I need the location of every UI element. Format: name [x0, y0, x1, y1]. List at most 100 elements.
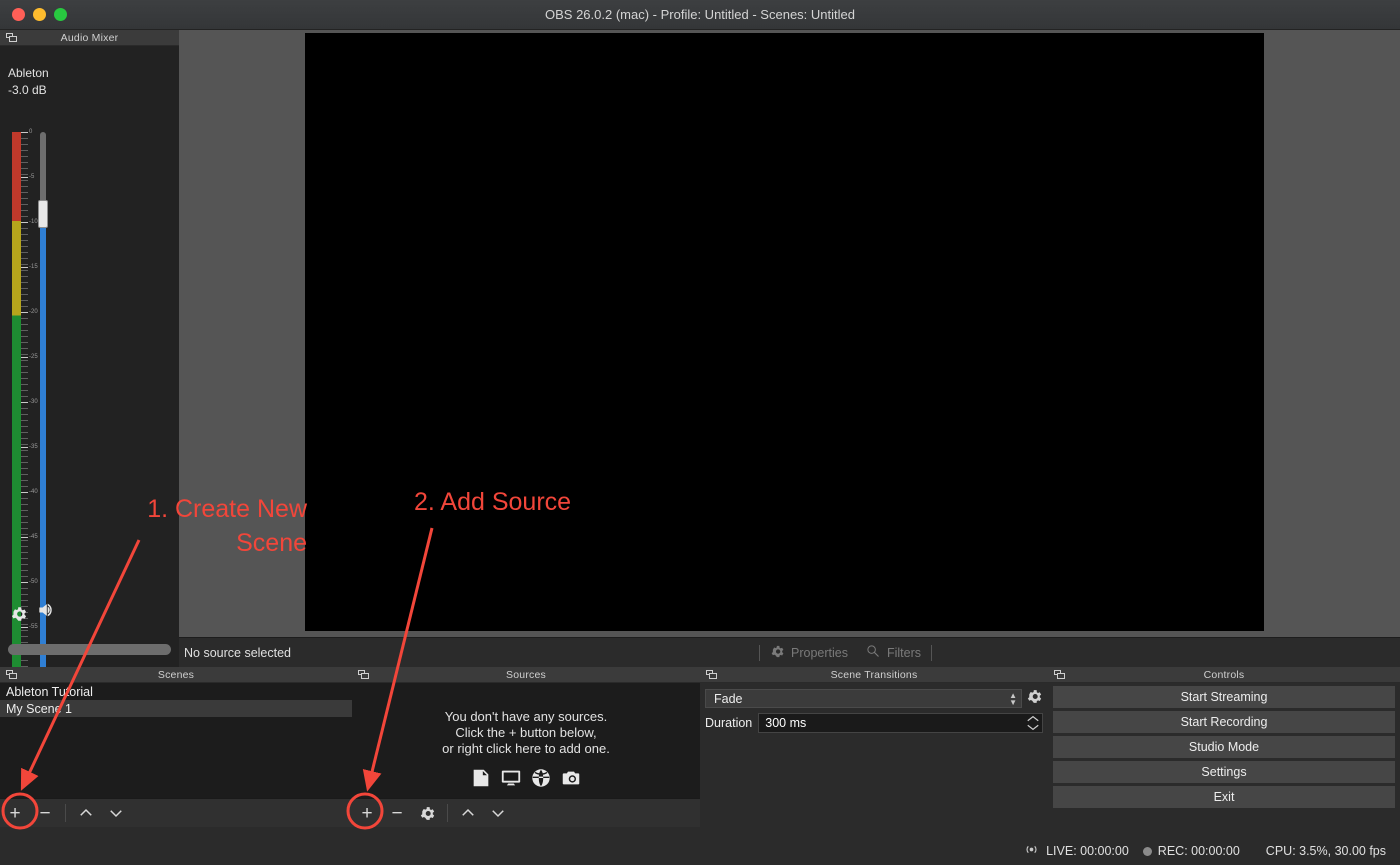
meter-tick [21, 222, 28, 223]
meter-tick [21, 357, 28, 358]
meter-tick [21, 132, 28, 133]
sources-title: Sources [352, 669, 700, 681]
duration-row: Duration 300 ms [705, 713, 1043, 733]
meter-tick-label: -15 [29, 264, 38, 270]
remove-scene-button[interactable]: − [30, 799, 60, 828]
obs-window: OBS 26.0.2 (mac) - Profile: Untitled - S… [0, 0, 1400, 865]
live-status: LIVE: 00:00:00 [1023, 841, 1129, 861]
preview-canvas[interactable] [305, 33, 1264, 631]
meter-tick [21, 537, 28, 538]
float-dock-icon[interactable] [6, 670, 18, 680]
meter-tick [21, 402, 28, 403]
scene-label: My Scene 1 [6, 702, 72, 716]
move-source-up-button[interactable] [453, 799, 483, 828]
properties-button: Properties [770, 644, 848, 662]
move-scene-down-button[interactable] [101, 799, 131, 828]
meter-tick-label: -20 [29, 309, 38, 315]
meter-tick-label: -10 [29, 219, 38, 225]
meter-tick [21, 177, 28, 178]
meter-tick-label: -35 [29, 444, 38, 450]
fader-handle[interactable] [38, 200, 48, 228]
sources-header: Sources [352, 667, 700, 683]
meter-tick-label: -25 [29, 354, 38, 360]
remove-source-button[interactable]: − [382, 799, 412, 828]
sources-toolbar: + − [352, 798, 700, 827]
sources-body[interactable]: You don't have any sources. Click the + … [352, 683, 700, 827]
meter-bar [12, 132, 21, 672]
mixer-source-name: Ableton [8, 66, 49, 80]
scene-list-item[interactable]: Ableton Tutorial [0, 683, 352, 700]
scenes-title: Scenes [0, 669, 352, 681]
add-scene-button[interactable]: + [0, 799, 30, 828]
cpu-status: CPU: 3.5%, 30.00 fps [1266, 844, 1386, 858]
transitions-header: Scene Transitions [700, 667, 1048, 683]
mixer-tools [10, 600, 56, 625]
meter-tick-label: -30 [29, 399, 38, 405]
duration-value: 300 ms [765, 716, 806, 730]
meter-tick-label: -45 [29, 534, 38, 540]
duration-label: Duration [705, 716, 752, 730]
properties-label: Properties [791, 646, 848, 660]
rec-status: REC: 00:00:00 [1143, 844, 1240, 858]
spinner-arrows-icon[interactable] [1026, 714, 1040, 732]
controls-body: Start Streaming Start Recording Studio Mod… [1048, 683, 1400, 827]
chevron-updown-icon[interactable]: ▲ ▼ [1009, 692, 1017, 706]
meter-tick-label: -5 [29, 174, 34, 180]
move-source-down-button[interactable] [483, 799, 513, 828]
empty-line-3: or right click here to add one. [352, 741, 700, 757]
filters-button: Filters [866, 644, 921, 662]
scenes-list[interactable]: Ableton Tutorial My Scene 1 [0, 683, 352, 717]
meter-tick-label: -50 [29, 579, 38, 585]
control-button-studio-mode[interactable]: Studio Mode [1053, 736, 1395, 758]
float-dock-icon[interactable] [6, 33, 18, 43]
meter-tick [21, 312, 28, 313]
meter-tick [21, 627, 28, 628]
rec-label: REC: 00:00:00 [1158, 844, 1240, 858]
title-bar: OBS 26.0.2 (mac) - Profile: Untitled - S… [0, 0, 1400, 30]
empty-line-1: You don't have any sources. [352, 709, 700, 725]
source-toolbar: No source selected Properties Filters [179, 637, 1400, 667]
empty-line-2: Click the + button below, [352, 725, 700, 741]
control-button-start-recording[interactable]: Start Recording [1053, 711, 1395, 733]
float-dock-icon[interactable] [1054, 670, 1066, 680]
control-button-settings[interactable]: Settings [1053, 761, 1395, 783]
image-icon [470, 767, 492, 794]
record-dot-icon [1143, 847, 1152, 856]
transition-value: Fade [714, 692, 743, 706]
transition-select-row: Fade ▲▼ [705, 689, 1043, 708]
scene-transitions-dock: Scene Transitions Fade ▲▼ Duration 300 m… [700, 667, 1048, 827]
float-dock-icon[interactable] [706, 670, 718, 680]
audio-mixer-dock: Audio Mixer Ableton -3.0 dB 0-5-10-15-20… [0, 30, 179, 667]
sources-empty-message: You don't have any sources. Click the + … [352, 709, 700, 757]
camera-icon [560, 767, 582, 794]
controls-dock: Controls Start StreamingStart RecordingS… [1048, 667, 1400, 827]
live-label: LIVE: 00:00:00 [1046, 844, 1129, 858]
scenes-dock: Scenes Ableton Tutorial My Scene 1 + − [0, 667, 352, 827]
transitions-body: Fade ▲▼ Duration 300 ms [700, 683, 1048, 827]
scene-list-item[interactable]: My Scene 1 [0, 700, 352, 717]
volume-fader[interactable] [39, 132, 47, 676]
controls-title: Controls [1048, 669, 1400, 681]
float-dock-icon[interactable] [358, 670, 370, 680]
control-button-exit[interactable]: Exit [1053, 786, 1395, 808]
mixer-scrollbar[interactable] [8, 644, 171, 655]
audio-mixer-title: Audio Mixer [0, 32, 179, 44]
filters-label: Filters [887, 646, 921, 660]
move-scene-up-button[interactable] [71, 799, 101, 828]
gear-icon[interactable] [10, 605, 26, 621]
status-bar: LIVE: 00:00:00 REC: 00:00:00 CPU: 3.5%, … [900, 837, 1400, 865]
meter-tick [21, 492, 28, 493]
duration-input[interactable]: 300 ms [758, 713, 1043, 733]
add-source-button[interactable]: + [352, 799, 382, 828]
meter-tick-label: -40 [29, 489, 38, 495]
window-title: OBS 26.0.2 (mac) - Profile: Untitled - S… [0, 7, 1400, 22]
source-settings-button[interactable] [412, 799, 442, 828]
toolbar-divider [759, 645, 760, 661]
audio-mixer-body: Ableton -3.0 dB 0-5-10-15-20-25-30-35-40… [0, 46, 179, 667]
control-button-start-streaming[interactable]: Start Streaming [1053, 686, 1395, 708]
speaker-icon[interactable] [36, 600, 56, 625]
transition-properties-gear-icon[interactable] [1026, 688, 1043, 710]
transition-select[interactable]: Fade ▲▼ [705, 689, 1022, 708]
scenes-body: Ableton Tutorial My Scene 1 + − [0, 683, 352, 827]
sources-hint-icons [352, 767, 700, 794]
